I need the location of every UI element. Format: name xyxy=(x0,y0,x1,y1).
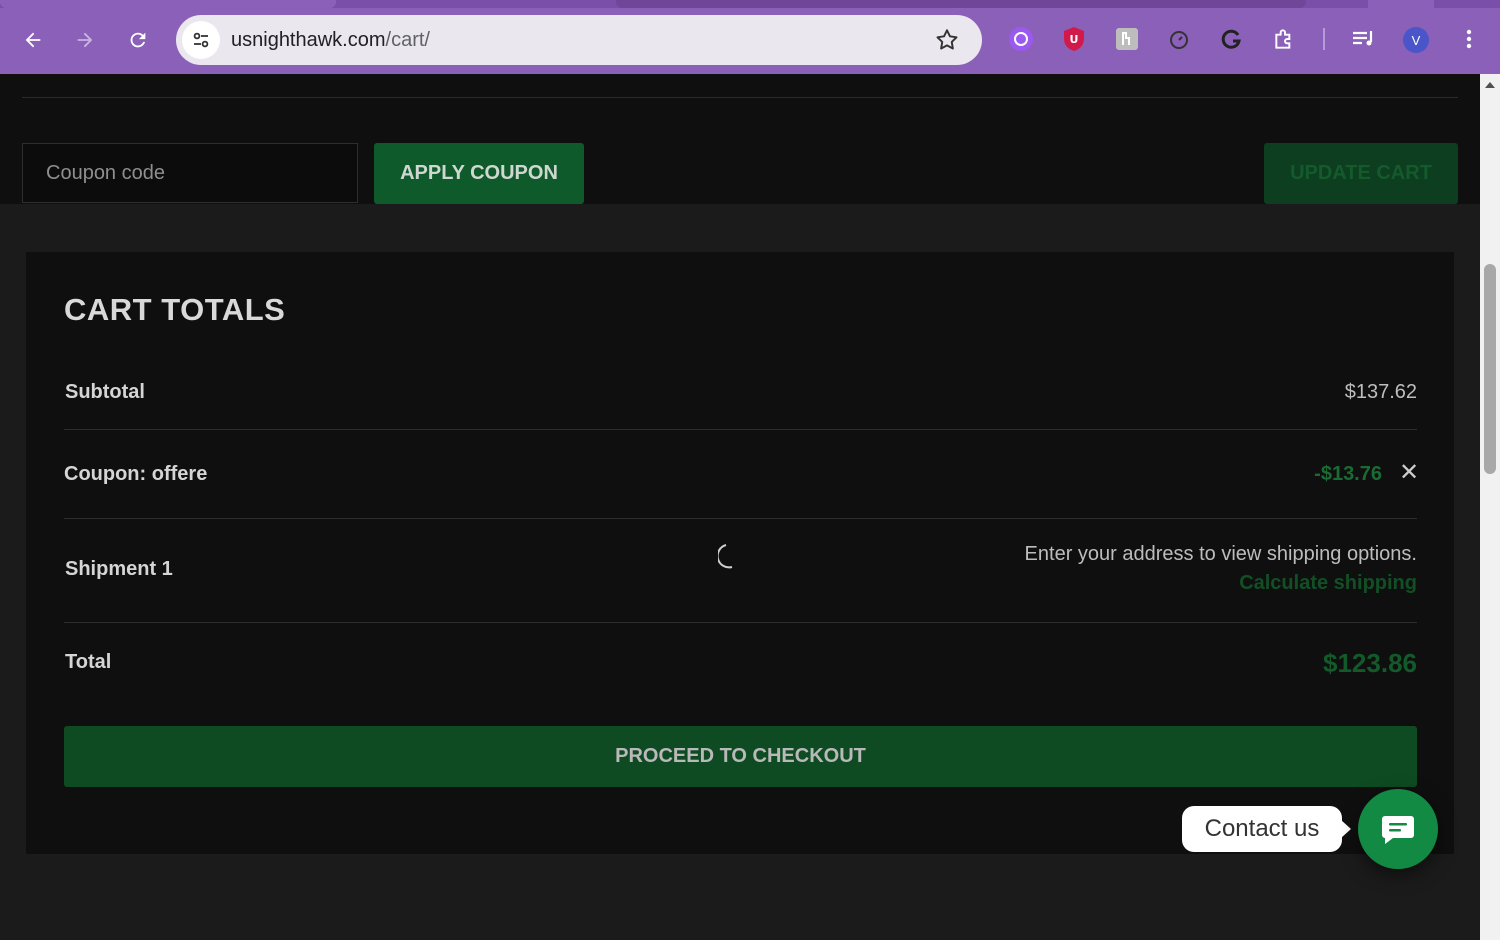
scroll-up-arrow-icon[interactable] xyxy=(1485,82,1495,88)
address-bar[interactable]: usnighthawk.com/cart/ xyxy=(176,15,982,65)
scrollbar-thumb[interactable] xyxy=(1484,264,1496,474)
contact-us-tooltip[interactable]: Contact us xyxy=(1182,806,1351,852)
shipping-message: Enter your address to view shipping opti… xyxy=(1024,543,1417,565)
profile-avatar[interactable]: V xyxy=(1403,27,1429,53)
extension-timer-icon[interactable] xyxy=(1166,26,1192,52)
divider xyxy=(64,518,1417,519)
shipment-label: Shipment 1 xyxy=(65,558,173,580)
site-info-button[interactable] xyxy=(182,21,220,59)
media-queue-icon[interactable] xyxy=(1351,26,1377,52)
apply-coupon-button[interactable]: APPLY COUPON xyxy=(374,143,584,204)
reload-button[interactable] xyxy=(120,22,156,58)
browser-toolbar: usnighthawk.com/cart/ U V xyxy=(0,0,1500,74)
tune-icon xyxy=(193,32,209,48)
coupon-code-input[interactable] xyxy=(22,143,358,203)
grammarly-icon[interactable] xyxy=(1218,26,1244,52)
forward-button[interactable] xyxy=(67,22,103,58)
arrow-left-icon xyxy=(25,32,41,48)
tab-3[interactable] xyxy=(1368,0,1434,8)
url-text[interactable]: usnighthawk.com/cart/ xyxy=(231,29,430,52)
total-label: Total xyxy=(65,651,112,673)
chat-bubble-icon xyxy=(1382,816,1414,844)
url-path: /cart/ xyxy=(385,29,430,51)
svg-text:U: U xyxy=(1070,33,1079,46)
coupon-label: Coupon: offere xyxy=(64,463,208,485)
tab-2[interactable] xyxy=(616,0,1306,8)
extensions-puzzle-icon[interactable] xyxy=(1272,26,1298,52)
divider xyxy=(64,622,1417,623)
url-host: usnighthawk.com xyxy=(231,29,386,51)
toolbar-separator xyxy=(1323,28,1325,50)
update-cart-button[interactable]: UPDATE CART xyxy=(1264,143,1458,204)
extension-gray-icon[interactable] xyxy=(1114,26,1140,52)
loading-spinner-icon xyxy=(718,544,733,569)
tab-1[interactable] xyxy=(0,0,336,8)
arrow-right-icon xyxy=(77,32,93,48)
cart-totals-title: CART TOTALS xyxy=(64,292,286,327)
divider xyxy=(22,97,1458,98)
page-scrollbar[interactable] xyxy=(1480,74,1500,940)
cart-totals-panel: CART TOTALS Subtotal $137.62 Coupon: off… xyxy=(26,252,1454,854)
divider xyxy=(64,429,1417,430)
proceed-to-checkout-button[interactable]: PROCEED TO CHECKOUT xyxy=(64,726,1417,787)
subtotal-label: Subtotal xyxy=(65,381,145,403)
extension-purple-icon[interactable] xyxy=(1008,26,1034,52)
cart-page: APPLY COUPON UPDATE CART CART TOTALS Sub… xyxy=(0,74,1480,940)
coupon-discount-value: -$13.76 xyxy=(1314,463,1382,485)
ublock-shield-icon[interactable]: U xyxy=(1061,26,1087,52)
reload-icon xyxy=(130,32,146,48)
back-button[interactable] xyxy=(15,22,51,58)
remove-coupon-icon[interactable]: ✕ xyxy=(1398,461,1420,485)
subtotal-value: $137.62 xyxy=(1344,381,1417,403)
bookmark-star-icon[interactable] xyxy=(934,27,960,53)
calculate-shipping-link[interactable]: Calculate shipping xyxy=(1239,572,1417,595)
tab-strip xyxy=(0,0,1500,8)
total-value: $123.86 xyxy=(1323,648,1417,678)
browser-menu-icon[interactable] xyxy=(1456,26,1482,52)
chat-widget-button[interactable] xyxy=(1358,789,1438,869)
cart-actions-panel: APPLY COUPON UPDATE CART xyxy=(0,74,1480,204)
